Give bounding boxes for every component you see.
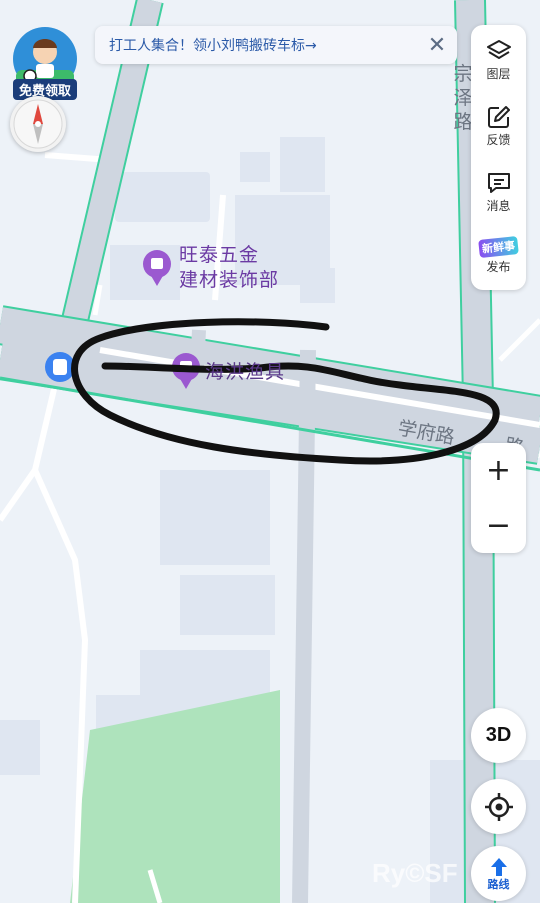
building-block (180, 575, 275, 635)
3d-button[interactable]: 3D (471, 708, 526, 763)
promo-banner[interactable]: 打工人集合！领小刘鸭搬砖车标→ ✕ (95, 26, 457, 64)
zoom-controls: + − (471, 443, 526, 553)
building-block (115, 172, 210, 222)
building-block (240, 152, 270, 182)
locate-button[interactable] (471, 779, 526, 834)
map-toolbar: 图层 反馈 消息 新鲜事 发布 (471, 25, 526, 290)
building-block (300, 268, 335, 303)
zoom-out-button[interactable]: − (471, 498, 526, 553)
locate-icon (484, 792, 513, 821)
poi-label-line: 旺泰五金 (179, 244, 260, 266)
close-icon[interactable]: ✕ (417, 33, 457, 58)
building-block (280, 137, 325, 192)
banner-text[interactable]: 打工人集合！领小刘鸭搬砖车标→ (109, 35, 417, 55)
watermark: Ry©SF (372, 858, 458, 888)
message-icon (487, 172, 510, 193)
zoom-in-button[interactable]: + (471, 443, 526, 498)
layers-icon (486, 39, 511, 59)
map-canvas[interactable] (0, 0, 540, 903)
publish-button[interactable]: 新鲜事 发布 (471, 225, 526, 287)
route-label: 路线 (487, 877, 510, 891)
poi-label-fishing[interactable]: 海洪渔具 (205, 360, 285, 385)
road-middle (292, 349, 316, 903)
layers-button[interactable]: 图层 (471, 29, 526, 91)
bus-stop-icon[interactable] (45, 352, 75, 382)
messages-button[interactable]: 消息 (471, 161, 526, 223)
building-block (110, 245, 180, 300)
building-block (160, 470, 270, 565)
3d-label: 3D (485, 724, 512, 746)
poi-label-line: 建材装饰部 (179, 269, 280, 291)
messages-label: 消息 (486, 198, 511, 213)
fresh-news-icon: 新鲜事 (478, 235, 519, 258)
feedback-label: 反馈 (486, 132, 511, 147)
poi-label-hardware[interactable]: 旺泰五金 建材装饰部 (179, 243, 279, 293)
publish-label: 发布 (486, 259, 511, 274)
route-arrow-icon (490, 857, 507, 876)
compass-icon (13, 99, 63, 149)
compass-button[interactable] (10, 96, 66, 152)
feedback-edit-icon (487, 105, 510, 128)
layers-label: 图层 (486, 66, 511, 81)
feedback-button[interactable]: 反馈 (471, 95, 526, 157)
route-button[interactable]: 路线 (471, 846, 526, 901)
building-block (0, 720, 40, 775)
